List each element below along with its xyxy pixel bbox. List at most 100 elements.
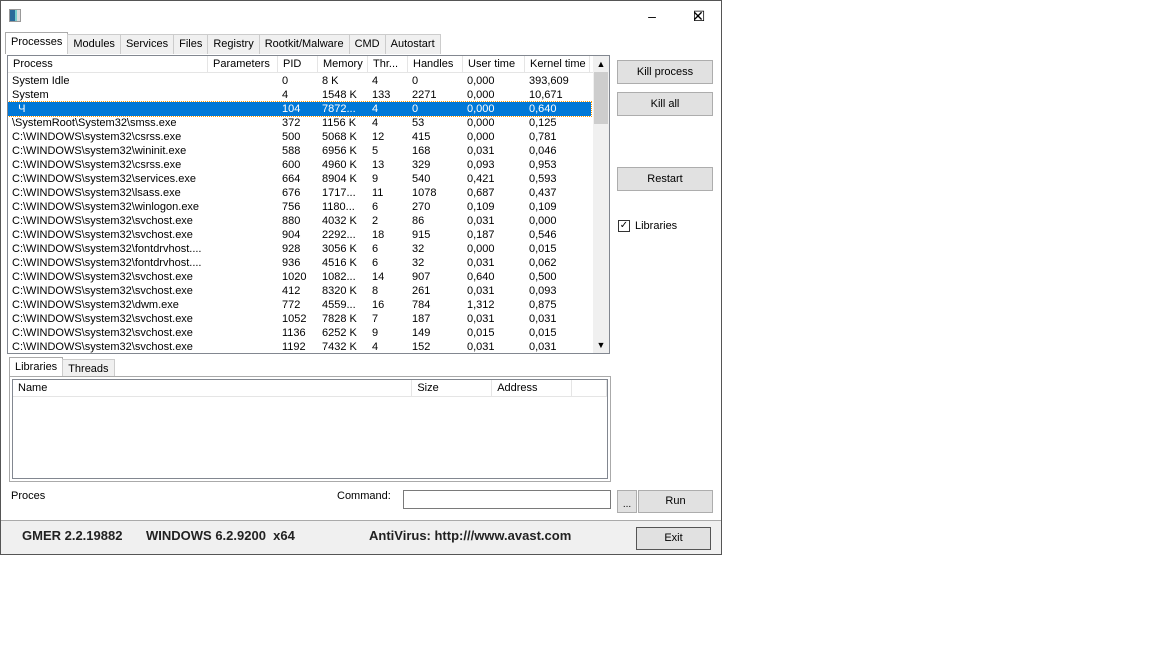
table-cell: 6252 K xyxy=(322,327,357,339)
column-header[interactable]: Thr... xyxy=(368,56,408,72)
table-cell: 880 xyxy=(282,215,301,227)
proces-label: Proces xyxy=(11,490,46,502)
table-cell: 6956 K xyxy=(322,145,357,157)
table-row[interactable]: C:\WINDOWS\system32\winlogon.exe 756 1180.… xyxy=(8,200,591,214)
close-button[interactable]: ✕ xyxy=(675,1,721,31)
table-row[interactable]: C:\WINDOWS\system32\lsass.exe 676 1717... 1… xyxy=(8,186,591,200)
table-cell: 0,640 xyxy=(529,103,557,115)
table-cell: 0,109 xyxy=(467,201,495,213)
column-header[interactable]: Name xyxy=(13,380,413,396)
table-cell: 261 xyxy=(412,285,431,297)
table-row[interactable]: C:\WINDOWS\system32\csrss.exe 600 4960 K 13… xyxy=(8,158,591,172)
column-header[interactable] xyxy=(572,380,607,396)
tab-services[interactable]: Services xyxy=(119,34,175,54)
table-row[interactable]: C:\WINDOWS\system32\csrss.exe 500 5068 K 12… xyxy=(8,130,591,144)
table-row[interactable]: Ч 104 7872... 4 0 0,000 0,640 xyxy=(8,101,592,117)
table-cell: 53 xyxy=(412,117,425,129)
table-cell: 16 xyxy=(372,299,385,311)
table-cell: 0,000 xyxy=(467,117,495,129)
table-cell: 4 xyxy=(372,341,379,353)
table-cell: 0,031 xyxy=(467,313,495,325)
table-cell: 0,640 xyxy=(467,271,495,283)
table-cell: 1052 xyxy=(282,313,307,325)
table-cell: 270 xyxy=(412,201,431,213)
table-row[interactable]: C:\WINDOWS\system32\services.exe 664 8904 … xyxy=(8,172,591,186)
checkbox-checked-icon[interactable]: ✓ xyxy=(618,220,630,232)
column-header[interactable]: Handles xyxy=(408,56,463,72)
table-cell: System xyxy=(12,89,49,101)
exit-button[interactable]: Exit xyxy=(636,527,711,550)
table-cell: 7432 K xyxy=(322,341,357,353)
tab-registry[interactable]: Registry xyxy=(207,34,260,54)
column-header[interactable]: Parameters xyxy=(208,56,278,72)
tab-rootkit-malware[interactable]: Rootkit/Malware xyxy=(258,34,350,54)
column-header[interactable]: Kernel time xyxy=(525,56,590,72)
browse-button[interactable]: ... xyxy=(617,490,637,513)
tab-cmd[interactable]: CMD xyxy=(348,34,386,54)
table-cell: 329 xyxy=(412,159,431,171)
column-header[interactable]: Address xyxy=(492,380,573,396)
table-row[interactable]: C:\WINDOWS\system32\fontdrvhost.... 928 30… xyxy=(8,242,591,256)
libraries-checkbox[interactable]: ✓ Libraries xyxy=(618,220,677,232)
gmer-window: – ☐ ✕ Processes Modules Services Files R… xyxy=(0,0,722,555)
minimize-button[interactable]: – xyxy=(629,1,675,31)
table-cell xyxy=(208,242,278,256)
tab-modules[interactable]: Modules xyxy=(67,34,121,54)
table-row[interactable]: C:\WINDOWS\system32\dwm.exe 772 4559... 16 7… xyxy=(8,298,591,312)
command-input[interactable] xyxy=(403,490,611,509)
table-cell: 0,031 xyxy=(467,145,495,157)
table-row[interactable]: System Idle 0 8 K 4 0 0,000 393,609 xyxy=(8,74,591,88)
table-cell: 0,500 xyxy=(529,271,557,283)
table-cell xyxy=(208,326,278,340)
process-list[interactable]: Process Parameters PID Memory Thr... Handles U… xyxy=(7,55,610,354)
table-cell: 0,546 xyxy=(529,229,557,241)
table-cell: 907 xyxy=(412,271,431,283)
table-row[interactable]: C:\WINDOWS\system32\wininit.exe 588 6956 K… xyxy=(8,144,591,158)
column-header[interactable]: User time xyxy=(463,56,525,72)
column-header[interactable]: Size xyxy=(412,380,493,396)
table-cell: 6 xyxy=(372,243,379,255)
table-cell: 0,000 xyxy=(467,75,495,87)
column-header[interactable]: Process xyxy=(8,56,208,72)
table-cell: 784 xyxy=(412,299,431,311)
table-cell: 0,437 xyxy=(529,187,557,199)
title-bar: – ☐ xyxy=(1,1,721,31)
table-cell xyxy=(208,214,278,228)
table-row[interactable]: C:\WINDOWS\system32\svchost.exe 904 2292..… xyxy=(8,228,591,242)
antivirus-info: AntiVirus: http:///www.avast.com xyxy=(369,528,572,543)
table-row[interactable]: C:\WINDOWS\system32\svchost.exe 880 4032 K… xyxy=(8,214,591,228)
table-row[interactable]: C:\WINDOWS\system32\svchost.exe 412 8320 K… xyxy=(8,284,591,298)
table-cell xyxy=(208,256,278,270)
table-cell xyxy=(208,284,278,298)
tab-processes[interactable]: Processes xyxy=(5,32,69,54)
table-cell: C:\WINDOWS\system32\lsass.exe xyxy=(12,187,181,199)
app-icon xyxy=(9,9,21,22)
os-version: WINDOWS 6.2.9200 x64 xyxy=(146,528,295,543)
kill-process-button[interactable]: Kill process xyxy=(617,60,713,84)
scroll-up-icon[interactable]: ▲ xyxy=(593,56,609,72)
table-row[interactable]: C:\WINDOWS\system32\fontdrvhost.... 936 45… xyxy=(8,256,591,270)
table-row[interactable]: C:\WINDOWS\system32\svchost.exe 1052 7828 … xyxy=(8,312,591,326)
scroll-down-icon[interactable]: ▼ xyxy=(593,337,609,353)
tab-autostart[interactable]: Autostart xyxy=(384,34,441,54)
table-row[interactable]: C:\WINDOWS\system32\svchost.exe 1136 6252 … xyxy=(8,326,591,340)
column-header[interactable]: Memory xyxy=(318,56,368,72)
table-cell: 0,093 xyxy=(467,159,495,171)
libraries-list[interactable]: Name Size Address xyxy=(12,379,608,479)
table-cell: 0,953 xyxy=(529,159,557,171)
restart-button[interactable]: Restart xyxy=(617,167,713,191)
tab-files[interactable]: Files xyxy=(173,34,209,54)
kill-all-button[interactable]: Kill all xyxy=(617,92,713,116)
table-cell: 1,312 xyxy=(467,299,495,311)
process-list-scrollbar[interactable]: ▲ ▼ xyxy=(593,56,609,353)
table-cell: 0 xyxy=(412,103,419,115)
table-cell: 7828 K xyxy=(322,313,357,325)
table-row[interactable]: \SystemRoot\System32\smss.exe 372 1156 K 4 5… xyxy=(8,116,591,130)
table-row[interactable]: C:\WINDOWS\system32\svchost.exe 1020 1082.… xyxy=(8,270,591,284)
column-header[interactable]: PID xyxy=(278,56,318,72)
scroll-thumb[interactable] xyxy=(594,72,608,124)
table-row[interactable]: C:\WINDOWS\system32\svchost.exe 1192 7432 … xyxy=(8,340,591,353)
table-cell: 1180... xyxy=(322,201,355,213)
run-button[interactable]: Run xyxy=(638,490,713,513)
table-row[interactable]: System 4 1548 K 133 2271 0,000 10,671 xyxy=(8,88,591,102)
